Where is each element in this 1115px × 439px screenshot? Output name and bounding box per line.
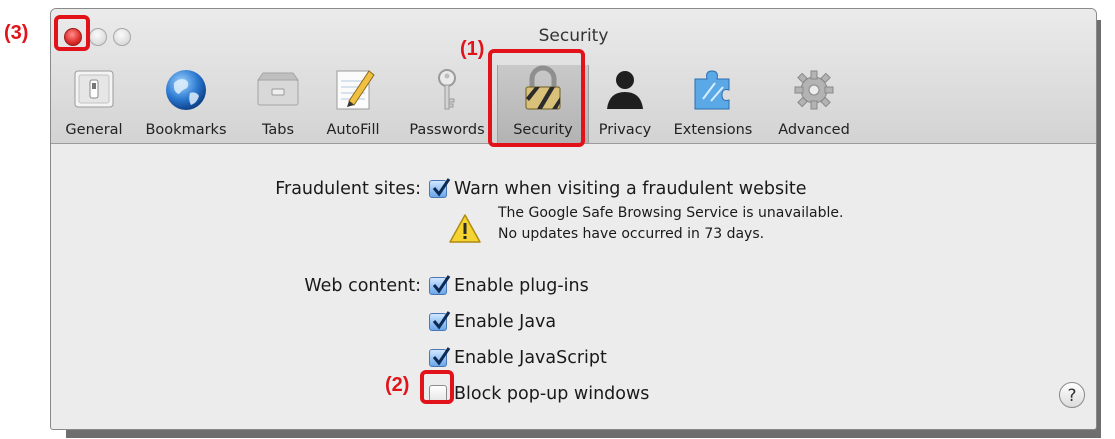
tab-general-label: General bbox=[65, 122, 123, 138]
warn-fraudulent-checkbox[interactable] bbox=[429, 178, 451, 198]
checkmark-icon bbox=[432, 311, 451, 330]
tab-privacy[interactable]: Privacy bbox=[589, 65, 661, 143]
tab-autofill-label: AutoFill bbox=[326, 122, 380, 138]
checkmark-icon bbox=[432, 275, 451, 294]
tab-extensions[interactable]: Extensions bbox=[663, 65, 763, 143]
gear-icon bbox=[794, 70, 834, 110]
enable-java-checkbox[interactable] bbox=[429, 311, 451, 331]
help-button[interactable]: ? bbox=[1059, 382, 1085, 408]
tab-extensions-label: Extensions bbox=[673, 122, 753, 138]
annotation-step-3: (3) bbox=[4, 22, 29, 44]
key-icon bbox=[438, 69, 456, 110]
security-pane: Fraudulent sites: Warn when visiting a f… bbox=[51, 144, 1096, 429]
annotation-highlight-close-button bbox=[54, 15, 90, 51]
annotation-step-2: (2) bbox=[385, 374, 410, 396]
tab-tabs-label: Tabs bbox=[261, 122, 295, 138]
warn-fraudulent-label: Warn when visiting a fraudulent website bbox=[454, 179, 807, 199]
annotation-step-1: (1) bbox=[460, 38, 485, 60]
tab-general[interactable]: General bbox=[59, 65, 129, 143]
tabs-icon bbox=[257, 72, 299, 106]
general-switch-icon bbox=[74, 70, 114, 108]
autofill-pencil-icon bbox=[336, 70, 375, 110]
tab-advanced[interactable]: Advanced bbox=[767, 65, 861, 143]
tab-advanced-label: Advanced bbox=[778, 122, 850, 138]
window-title: Security bbox=[538, 26, 609, 46]
tab-autofill[interactable]: AutoFill bbox=[316, 65, 390, 143]
tab-bookmarks[interactable]: Bookmarks bbox=[133, 65, 239, 143]
safe-browsing-warning-line1: The Google Safe Browsing Service is unav… bbox=[498, 205, 844, 221]
enable-java-label: Enable Java bbox=[454, 312, 557, 332]
tab-bookmarks-label: Bookmarks bbox=[145, 122, 227, 138]
annotation-highlight-popup-checkbox bbox=[420, 370, 454, 404]
person-silhouette-icon bbox=[607, 71, 643, 109]
checkmark-icon bbox=[432, 178, 451, 197]
tab-tabs[interactable]: Tabs bbox=[247, 65, 309, 143]
safe-browsing-warning-line2: No updates have occurred in 73 days. bbox=[498, 226, 765, 242]
tab-passwords[interactable]: Passwords bbox=[399, 65, 495, 143]
enable-javascript-label: Enable JavaScript bbox=[454, 348, 607, 368]
enable-plugins-checkbox[interactable] bbox=[429, 275, 451, 295]
globe-icon bbox=[166, 70, 206, 110]
puzzle-icon bbox=[694, 70, 730, 110]
fraudulent-sites-label: Fraudulent sites: bbox=[275, 179, 421, 199]
annotation-highlight-security-tab bbox=[488, 49, 585, 147]
warning-triangle-icon bbox=[449, 214, 481, 243]
block-popups-label: Block pop-up windows bbox=[454, 384, 650, 404]
tab-passwords-label: Passwords bbox=[409, 122, 485, 138]
web-content-label: Web content: bbox=[304, 276, 421, 296]
tab-privacy-label: Privacy bbox=[598, 122, 652, 138]
enable-plugins-label: Enable plug-ins bbox=[454, 276, 589, 296]
checkmark-icon bbox=[432, 347, 451, 366]
enable-javascript-checkbox[interactable] bbox=[429, 347, 451, 367]
